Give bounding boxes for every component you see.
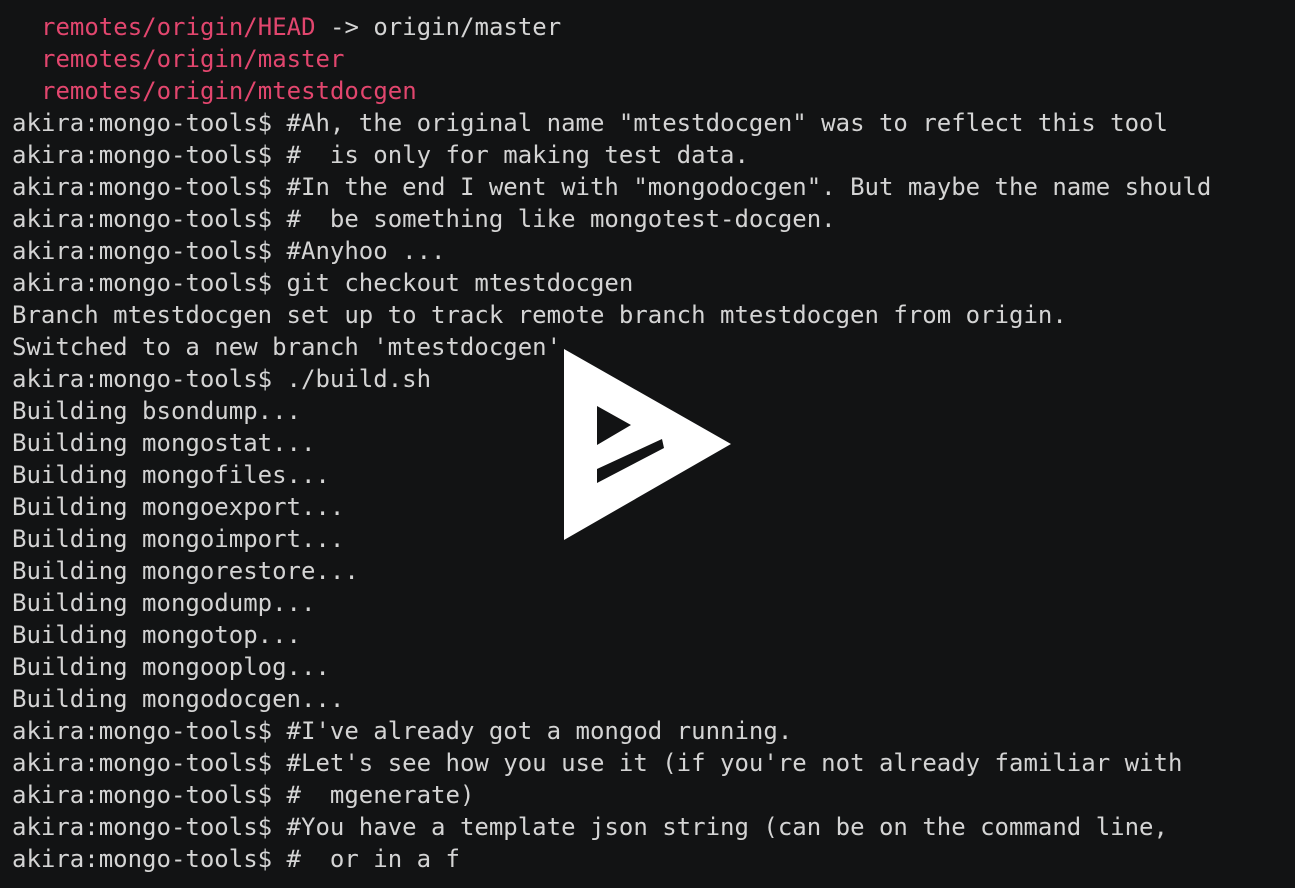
shell-prompt: akira:mongo-tools$ xyxy=(12,813,287,841)
line-text: Building mongotop... xyxy=(12,621,301,649)
branch-line: remotes/origin/master xyxy=(0,43,1295,75)
remote-branch-name: remotes/origin/master xyxy=(41,45,345,73)
branch-line: remotes/origin/HEAD -> origin/master xyxy=(0,11,1295,43)
line-text: # mgenerate) xyxy=(286,781,475,809)
line-text: Switched to a new branch 'mtestdocgen' xyxy=(12,333,562,361)
line-text: Building mongoexport... xyxy=(12,493,345,521)
shell-prompt: akira:mongo-tools$ xyxy=(12,269,287,297)
terminal-line: akira:mongo-tools$ #Let's see how you us… xyxy=(0,747,1295,779)
terminal-line: akira:mongo-tools$ # be something like m… xyxy=(0,203,1295,235)
terminal-line: akira:mongo-tools$ #I've already got a m… xyxy=(0,715,1295,747)
line-text: #Ah, the original name "mtestdocgen" was… xyxy=(286,109,1168,137)
line-text: Building bsondump... xyxy=(12,397,301,425)
shell-prompt: akira:mongo-tools$ xyxy=(12,109,287,137)
terminal-line: akira:mongo-tools$ git checkout mtestdoc… xyxy=(0,267,1295,299)
asciinema-play-icon[interactable] xyxy=(564,349,731,541)
line-text: # or in a f xyxy=(286,845,460,873)
branch-pointer: -> origin/master xyxy=(315,13,562,41)
line-text: # is only for making test data. xyxy=(286,141,749,169)
terminal-line: akira:mongo-tools$ #Anyhoo ... xyxy=(0,235,1295,267)
terminal-line: Building mongotop... xyxy=(0,619,1295,651)
shell-prompt: akira:mongo-tools$ xyxy=(12,205,287,233)
remote-branch-name: remotes/origin/mtestdocgen xyxy=(41,77,417,105)
line-text: Building mongorestore... xyxy=(12,557,359,585)
line-text: Branch mtestdocgen set up to track remot… xyxy=(12,301,1067,329)
line-text: # be something like mongotest-docgen. xyxy=(286,205,836,233)
line-text: git checkout mtestdocgen xyxy=(286,269,634,297)
line-text: #I've already got a mongod running. xyxy=(286,717,793,745)
shell-prompt: akira:mongo-tools$ xyxy=(12,717,287,745)
terminal-line: Building mongodump... xyxy=(0,587,1295,619)
terminal-line: akira:mongo-tools$ # mgenerate) xyxy=(0,779,1295,811)
line-text: #You have a template json string (can be… xyxy=(286,813,1168,841)
line-text: #Anyhoo ... xyxy=(286,237,446,265)
shell-prompt: akira:mongo-tools$ xyxy=(12,845,287,873)
shell-prompt: akira:mongo-tools$ xyxy=(12,365,287,393)
terminal-line: Building mongodocgen... xyxy=(0,683,1295,715)
terminal-line: akira:mongo-tools$ #You have a template … xyxy=(0,811,1295,843)
line-text: ./build.sh xyxy=(286,365,432,393)
terminal-line: akira:mongo-tools$ # is only for making … xyxy=(0,139,1295,171)
terminal-line: akira:mongo-tools$ #In the end I went wi… xyxy=(0,171,1295,203)
shell-prompt: akira:mongo-tools$ xyxy=(12,237,287,265)
shell-prompt: akira:mongo-tools$ xyxy=(12,173,287,201)
shell-prompt: akira:mongo-tools$ xyxy=(12,141,287,169)
remote-branch-name: remotes/origin/HEAD xyxy=(41,13,316,41)
terminal-line: Building mongooplog... xyxy=(0,651,1295,683)
line-text: Building mongodump... xyxy=(12,589,316,617)
terminal-window[interactable]: remotes/origin/HEAD -> origin/master rem… xyxy=(0,0,1295,888)
terminal-line: Branch mtestdocgen set up to track remot… xyxy=(0,299,1295,331)
line-text: Building mongofiles... xyxy=(12,461,330,489)
line-text: #In the end I went with "mongodocgen". B… xyxy=(286,173,1212,201)
line-text: #Let's see how you use it (if you're not… xyxy=(286,749,1183,777)
line-text: Building mongoimport... xyxy=(12,525,345,553)
shell-prompt: akira:mongo-tools$ xyxy=(12,781,287,809)
line-text: Building mongooplog... xyxy=(12,653,330,681)
line-text: Building mongostat... xyxy=(12,429,316,457)
terminal-line: akira:mongo-tools$ #Ah, the original nam… xyxy=(0,107,1295,139)
terminal-line: Building mongorestore... xyxy=(0,555,1295,587)
terminal-line: akira:mongo-tools$ # or in a f xyxy=(0,843,1295,875)
shell-prompt: akira:mongo-tools$ xyxy=(12,749,287,777)
line-text: Building mongodocgen... xyxy=(12,685,345,713)
branch-line: remotes/origin/mtestdocgen xyxy=(0,75,1295,107)
